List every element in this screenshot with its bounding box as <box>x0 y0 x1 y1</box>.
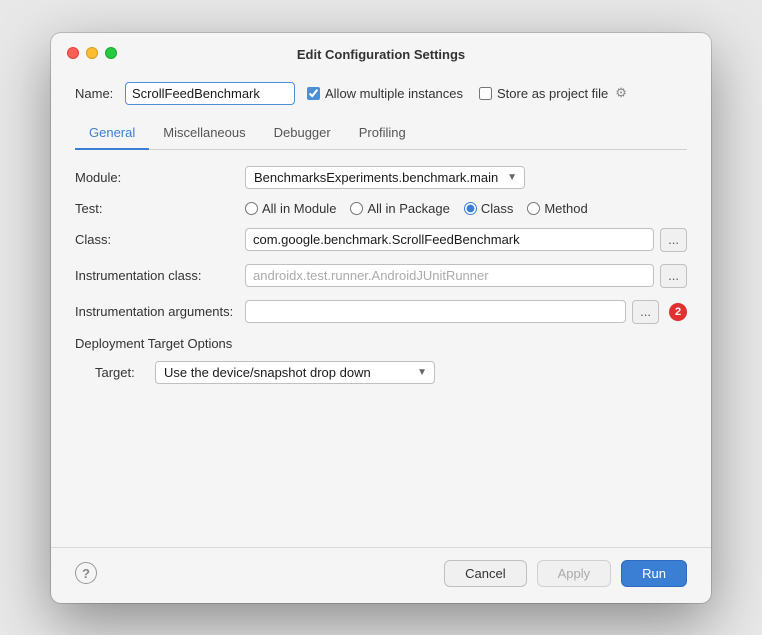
instrumentation-args-badge: 2 <box>669 303 687 321</box>
allow-multiple-checkbox[interactable] <box>307 87 320 100</box>
instrumentation-class-input[interactable] <box>245 264 654 287</box>
instrumentation-args-row: Instrumentation arguments: ... 2 <box>75 300 687 324</box>
close-button[interactable] <box>67 47 79 59</box>
radio-method[interactable]: Method <box>527 201 587 216</box>
traffic-lights <box>67 47 117 59</box>
radio-method-input[interactable] <box>527 202 540 215</box>
test-label: Test: <box>75 201 245 216</box>
radio-all-in-module[interactable]: All in Module <box>245 201 336 216</box>
class-input[interactable] <box>245 228 654 251</box>
radio-class-input[interactable] <box>464 202 477 215</box>
radio-all-in-package-label: All in Package <box>367 201 449 216</box>
target-row: Target: Use the device/snapshot drop dow… <box>75 361 687 384</box>
instrumentation-args-input-group: ... 2 <box>245 300 687 324</box>
module-row: Module: BenchmarksExperiments.benchmark.… <box>75 166 687 189</box>
radio-class-label: Class <box>481 201 514 216</box>
test-row: Test: All in Module All in Package Class… <box>75 201 687 216</box>
tab-profiling[interactable]: Profiling <box>345 119 420 150</box>
help-button[interactable]: ? <box>75 562 97 584</box>
tab-miscellaneous[interactable]: Miscellaneous <box>149 119 259 150</box>
instrumentation-class-label: Instrumentation class: <box>75 268 245 283</box>
instrumentation-class-row: Instrumentation class: ... <box>75 264 687 288</box>
class-row: Class: ... <box>75 228 687 252</box>
radio-class[interactable]: Class <box>464 201 514 216</box>
instrumentation-args-input[interactable] <box>245 300 626 323</box>
target-select[interactable]: Use the device/snapshot drop down <box>155 361 435 384</box>
minimize-button[interactable] <box>86 47 98 59</box>
store-as-project-checkbox-label[interactable]: Store as project file ⚙ <box>479 85 627 101</box>
class-input-group: ... <box>245 228 687 252</box>
radio-all-in-package-input[interactable] <box>350 202 363 215</box>
tab-general[interactable]: General <box>75 119 149 150</box>
tab-debugger[interactable]: Debugger <box>260 119 345 150</box>
store-as-project-checkbox[interactable] <box>479 87 492 100</box>
edit-configuration-dialog: Edit Configuration Settings Name: Allow … <box>51 33 711 603</box>
name-input[interactable] <box>125 82 295 105</box>
radio-method-label: Method <box>544 201 587 216</box>
store-as-project-label: Store as project file <box>497 86 608 101</box>
gear-icon: ⚙ <box>615 85 627 101</box>
class-ellipsis-button[interactable]: ... <box>660 228 687 252</box>
dialog-footer: ? Cancel Apply Run <box>51 547 711 603</box>
name-label: Name: <box>75 86 117 101</box>
dialog-content: Name: Allow multiple instances Store as … <box>51 72 711 547</box>
radio-all-in-module-input[interactable] <box>245 202 258 215</box>
module-select[interactable]: BenchmarksExperiments.benchmark.main <box>245 166 525 189</box>
allow-multiple-label: Allow multiple instances <box>325 86 463 101</box>
name-row: Name: Allow multiple instances Store as … <box>75 82 687 105</box>
instrumentation-class-input-group: ... <box>245 264 687 288</box>
target-label: Target: <box>95 365 155 380</box>
maximize-button[interactable] <box>105 47 117 59</box>
target-select-wrapper: Use the device/snapshot drop down ▼ <box>155 361 435 384</box>
radio-all-in-package[interactable]: All in Package <box>350 201 449 216</box>
footer-buttons: Cancel Apply Run <box>444 560 687 587</box>
allow-multiple-checkbox-label[interactable]: Allow multiple instances <box>307 86 463 101</box>
test-radio-group: All in Module All in Package Class Metho… <box>245 201 588 216</box>
run-button[interactable]: Run <box>621 560 687 587</box>
instrumentation-args-label: Instrumentation arguments: <box>75 304 245 319</box>
tabs-bar: General Miscellaneous Debugger Profiling <box>75 119 687 150</box>
deployment-section-header: Deployment Target Options <box>75 336 687 351</box>
checkbox-group: Allow multiple instances Store as projec… <box>307 85 627 101</box>
dialog-title: Edit Configuration Settings <box>297 47 465 62</box>
cancel-button[interactable]: Cancel <box>444 560 526 587</box>
class-label: Class: <box>75 232 245 247</box>
title-bar: Edit Configuration Settings <box>51 33 711 72</box>
module-select-wrapper: BenchmarksExperiments.benchmark.main ▼ <box>245 166 525 189</box>
radio-all-in-module-label: All in Module <box>262 201 336 216</box>
instrumentation-class-ellipsis-button[interactable]: ... <box>660 264 687 288</box>
instrumentation-args-ellipsis-button[interactable]: ... <box>632 300 659 324</box>
module-label: Module: <box>75 170 245 185</box>
apply-button[interactable]: Apply <box>537 560 612 587</box>
